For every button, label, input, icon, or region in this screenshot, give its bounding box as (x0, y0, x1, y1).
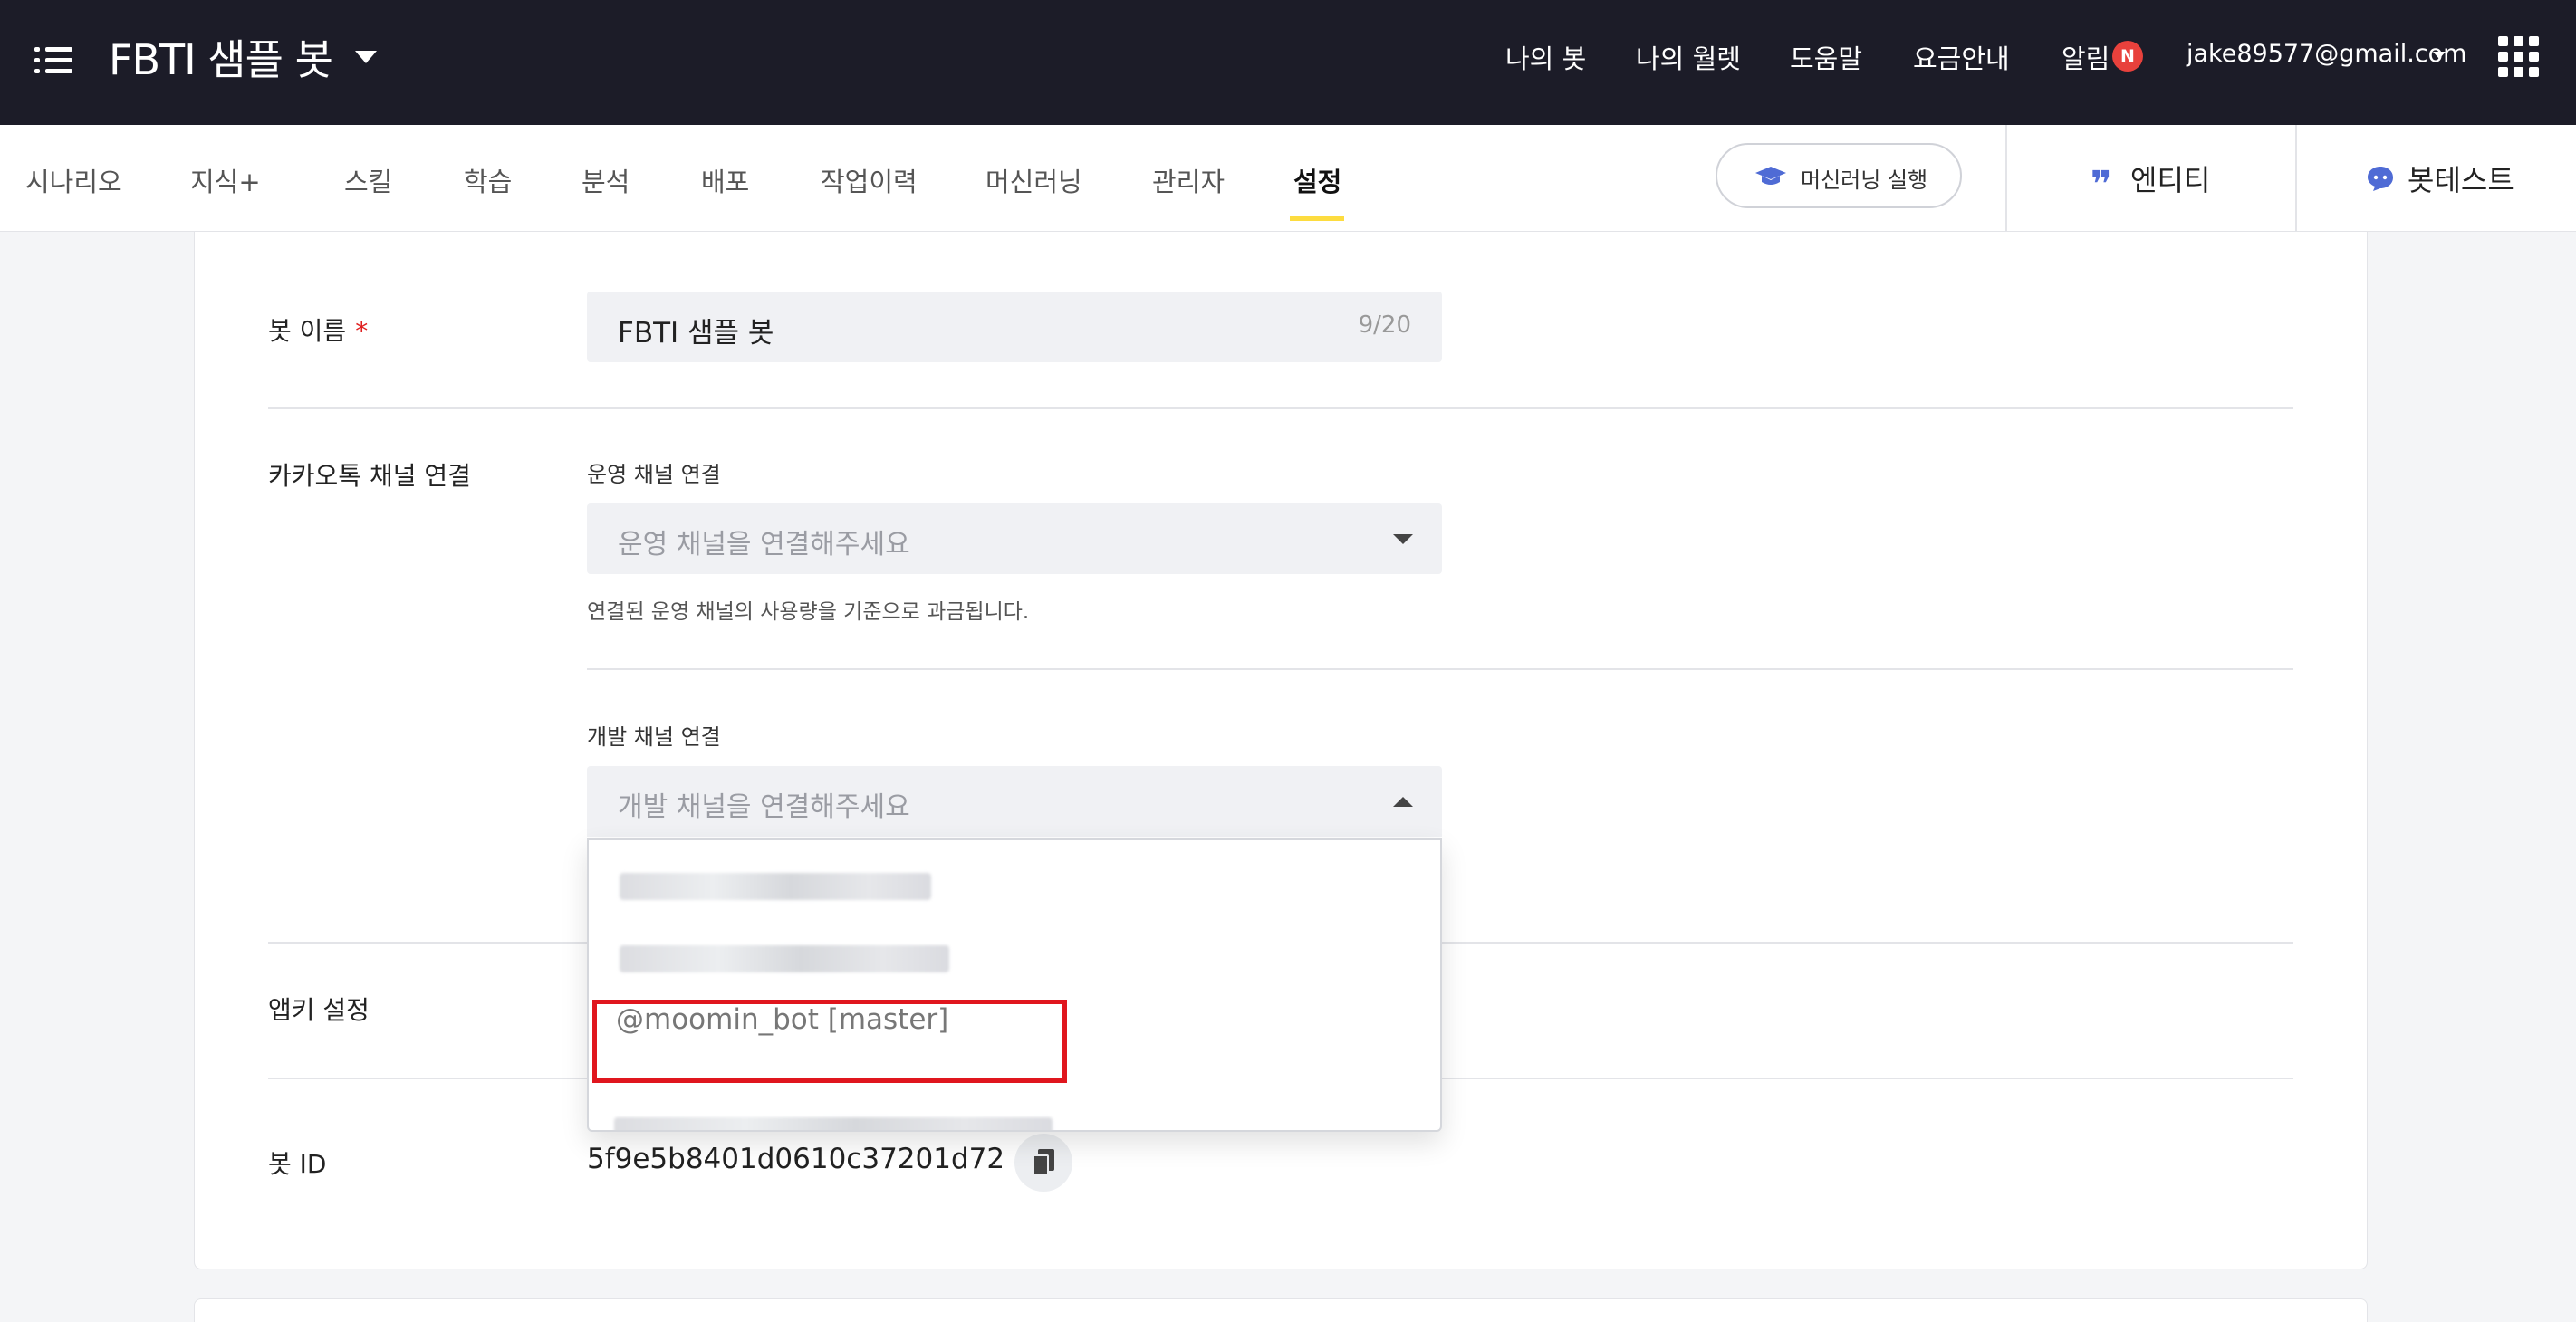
kakao-channel-label: 카카오톡 채널 연결 (268, 461, 471, 491)
billing-helper-text: 연결된 운영 채널의 사용량을 기준으로 과금됩니다. (587, 600, 1030, 624)
dropdown-option-redacted[interactable] (589, 913, 1440, 985)
tab-admin[interactable]: 관리자 (1152, 161, 1225, 199)
tab-deploy[interactable]: 배포 (701, 161, 749, 199)
char-count: 9/20 (1358, 311, 1411, 339)
top-bar: FBTI 샘플 봇 나의 봇 나의 월렛 도움말 요금안내 알림 N jake8… (0, 0, 2576, 125)
divider (587, 668, 2293, 670)
tab-machine-learning[interactable]: 머신러닝 (985, 161, 1082, 199)
menu-icon[interactable] (34, 40, 74, 80)
next-card (194, 1298, 2368, 1322)
chat-bubble-icon (2368, 167, 2393, 191)
tab-settings[interactable]: 설정 (1293, 161, 1341, 199)
tab-learning[interactable]: 학습 (464, 161, 512, 199)
run-machine-learning-label: 머신러닝 실행 (1801, 168, 1928, 193)
quote-icon: ❞ (2091, 164, 2112, 206)
divider (2295, 125, 2297, 232)
bot-id-label: 봇 ID (268, 1149, 327, 1179)
required-mark: * (355, 316, 369, 346)
development-channel-select[interactable]: 개발 채널을 연결해주세요 (587, 766, 1442, 837)
graduation-cap-icon (1755, 167, 1786, 185)
redacted-text (620, 873, 931, 900)
run-machine-learning-button[interactable]: 머신러닝 실행 (1716, 143, 1962, 208)
bot-name-input[interactable]: FBTI 샘플 봇 9/20 (587, 292, 1442, 362)
copy-button[interactable] (1014, 1134, 1072, 1192)
dropdown-option-label: @moomin_bot [master] (616, 1003, 949, 1036)
entity-button[interactable]: 엔티티 (2130, 158, 2210, 199)
notification-badge: N (2112, 41, 2143, 72)
nav-help[interactable]: 도움말 (1790, 38, 1862, 76)
chevron-up-icon (1393, 797, 1413, 807)
active-tab-indicator (1290, 216, 1344, 221)
development-channel-placeholder: 개발 채널을 연결해주세요 (618, 791, 910, 823)
sub-navigation: 시나리오 지식+ 스킬 학습 분석 배포 작업이력 머신러닝 관리자 설정 머신… (0, 125, 2576, 232)
tab-knowledge[interactable]: 지식+ (190, 161, 261, 199)
nav-my-wallet[interactable]: 나의 월렛 (1636, 38, 1741, 76)
development-channel-dropdown: @moomin_bot [master] (587, 838, 1442, 1132)
bot-name-value: FBTI 샘플 봇 (618, 317, 774, 350)
tab-history[interactable]: 작업이력 (821, 161, 918, 199)
tab-analysis[interactable]: 분석 (582, 161, 630, 199)
account-email[interactable]: jake89577@gmail.com (2187, 40, 2466, 68)
development-channel-label: 개발 채널 연결 (587, 724, 721, 750)
nav-notifications[interactable]: 알림 (2062, 38, 2110, 76)
bot-id-value: 5f9e5b8401d0610c37201d72 (587, 1143, 1005, 1175)
account-caret-icon[interactable] (2433, 52, 2446, 59)
apps-grid-icon[interactable] (2498, 36, 2540, 78)
bot-name-label: 봇 이름 * (268, 316, 369, 346)
bot-title[interactable]: FBTI 샘플 봇 (109, 27, 333, 87)
chevron-down-icon[interactable] (355, 51, 377, 63)
nav-pricing[interactable]: 요금안내 (1913, 38, 2010, 76)
redacted-text (620, 945, 949, 972)
appkey-label: 앱키 설정 (268, 995, 370, 1025)
tab-skill[interactable]: 스킬 (344, 161, 392, 199)
redacted-text (614, 1117, 1053, 1130)
chevron-down-icon (1393, 534, 1413, 544)
tab-scenario[interactable]: 시나리오 (25, 161, 122, 199)
divider (2005, 125, 2007, 232)
nav-my-bots[interactable]: 나의 봇 (1505, 38, 1586, 76)
dropdown-option-redacted[interactable] (589, 1067, 1440, 1130)
dropdown-option-redacted[interactable] (589, 840, 1440, 913)
operation-channel-label: 운영 채널 연결 (587, 462, 721, 487)
bot-test-button[interactable]: 봇테스트 (2408, 158, 2514, 199)
divider (268, 407, 2293, 409)
operation-channel-select[interactable]: 운영 채널을 연결해주세요 (587, 503, 1442, 574)
operation-channel-placeholder: 운영 채널을 연결해주세요 (618, 529, 910, 560)
